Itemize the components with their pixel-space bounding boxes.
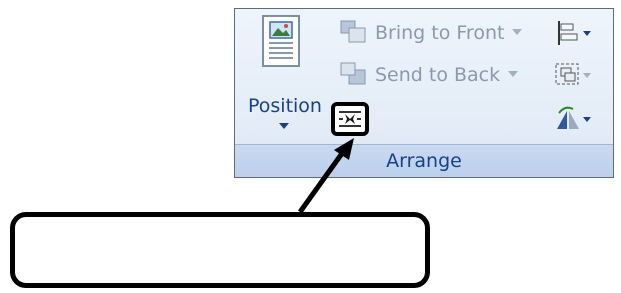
group-label: Arrange [386, 150, 462, 172]
text-wrapping-icon [339, 111, 361, 127]
group-footer: Arrange [235, 144, 613, 177]
rotate-icon[interactable] [553, 105, 593, 133]
bring-to-front-icon [340, 20, 366, 43]
bring-to-front-button[interactable]: Bring to Front [339, 19, 523, 47]
position-button[interactable]: Position [239, 15, 327, 133]
position-icon [262, 15, 300, 67]
send-to-back-icon [340, 62, 366, 85]
position-label: Position [248, 95, 322, 117]
group-icon[interactable] [553, 61, 593, 89]
send-to-back-label: Send to Back [375, 64, 501, 86]
align-icon[interactable] [553, 19, 593, 47]
chevron-down-icon [279, 123, 289, 129]
arrange-group: Position Bring to Front Send to Back Arr… [234, 8, 614, 178]
bring-to-front-label: Bring to Front [375, 22, 505, 44]
send-to-back-button[interactable]: Send to Back [339, 61, 519, 89]
chevron-down-icon [512, 29, 523, 35]
text-wrapping-row [331, 102, 369, 136]
chevron-down-icon [508, 71, 519, 77]
callout-box [10, 212, 430, 288]
text-wrapping-button[interactable] [331, 102, 369, 136]
